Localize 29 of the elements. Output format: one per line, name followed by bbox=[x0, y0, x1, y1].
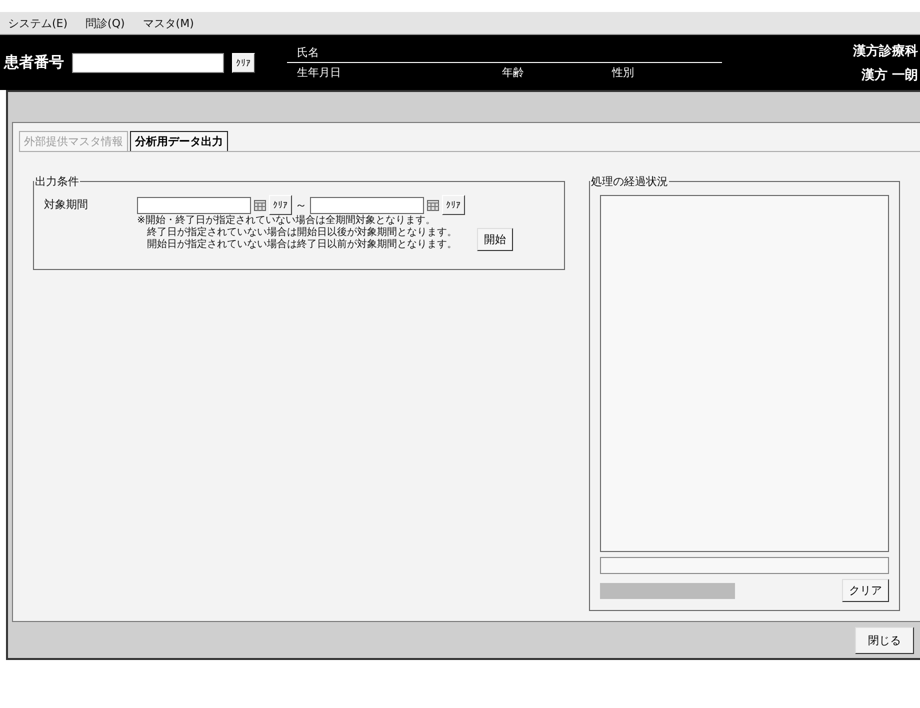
menu-item[interactable]: 問診(Q) bbox=[84, 14, 127, 32]
note-text: ※開始・終了日が指定されていない場合は全期間対象となります。 bbox=[137, 215, 436, 226]
age-label: 年齢 bbox=[502, 65, 525, 80]
menu-item[interactable]: システム(E) bbox=[6, 14, 70, 32]
name-label: 氏名 bbox=[297, 46, 319, 59]
clear-button[interactable]: ｸﾘｱ bbox=[232, 52, 255, 72]
user-name: 漢方 一朗 bbox=[861, 66, 918, 84]
patient-number-field[interactable] bbox=[72, 52, 224, 72]
sex-label: 性別 bbox=[612, 65, 634, 80]
close-button[interactable]: 閉じる bbox=[855, 626, 914, 654]
note-text: 終了日が指定されていない場合は開始日以後が対象期間となります。 bbox=[146, 227, 457, 238]
patient-number-label: 患者番号 bbox=[4, 53, 64, 72]
department-name: 漢方診療科 bbox=[853, 42, 918, 60]
calendar-icon[interactable] bbox=[427, 200, 439, 210]
clear-button[interactable]: ｸﾘｱ bbox=[442, 195, 465, 215]
start-button[interactable]: 開始 bbox=[477, 228, 513, 251]
period-label: 対象期間 bbox=[44, 197, 89, 212]
range-separator: ～ bbox=[295, 196, 307, 214]
end-date-field[interactable] bbox=[310, 196, 424, 214]
menu-item[interactable]: マスタ(M) bbox=[140, 14, 196, 32]
group-title: 出力条件 bbox=[34, 174, 80, 189]
start-date-field[interactable] bbox=[137, 196, 251, 214]
note-text: 開始日が指定されていない場合は終了日以前が対象期間となります。 bbox=[146, 239, 457, 251]
clear-button[interactable]: クリア bbox=[842, 579, 889, 602]
tab[interactable]: 分析用データ出力 bbox=[130, 131, 228, 151]
clear-button[interactable]: ｸﾘｱ bbox=[269, 195, 292, 215]
calendar-icon[interactable] bbox=[254, 200, 266, 210]
birthdate-label: 生年月日 bbox=[297, 65, 342, 80]
group-title: 処理の経過状況 bbox=[590, 174, 669, 189]
